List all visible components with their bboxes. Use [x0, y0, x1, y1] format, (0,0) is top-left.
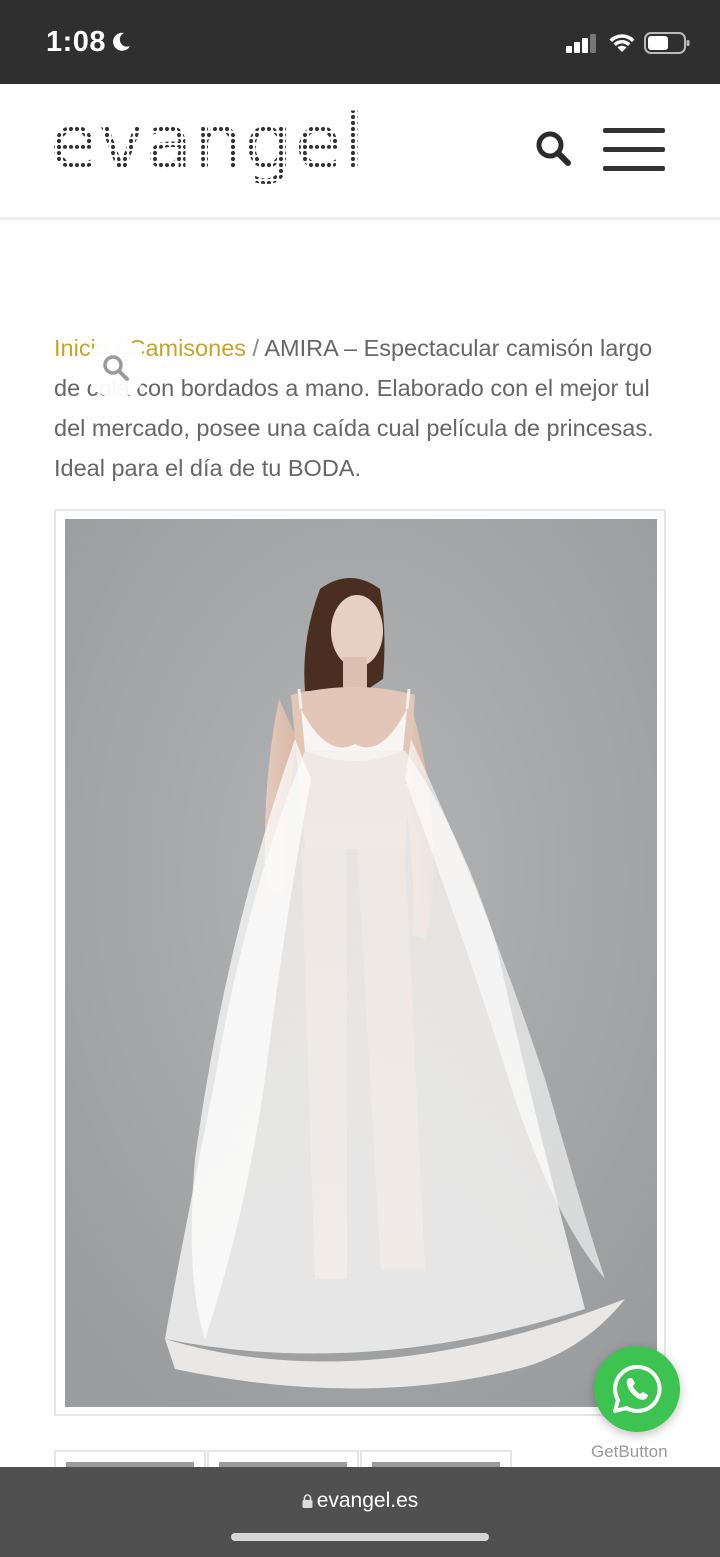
- zoom-icon: [103, 355, 129, 381]
- product-photo: [65, 519, 657, 1407]
- image-zoom-button[interactable]: [86, 338, 146, 398]
- lock-icon: [302, 1494, 313, 1508]
- browser-bar: evangel.es: [0, 1467, 720, 1557]
- breadcrumb-separator: /: [246, 335, 265, 361]
- site-header: evangel: [0, 84, 720, 220]
- home-indicator[interactable]: [231, 1533, 489, 1541]
- status-time: 1:08: [46, 26, 107, 58]
- evangel-logo[interactable]: evangel: [50, 108, 370, 188]
- search-icon[interactable]: [532, 128, 576, 172]
- battery-icon: [644, 32, 690, 54]
- breadcrumb: Inicio / Camisones / AMIRA – Espectacula…: [54, 328, 674, 488]
- moon-icon: [113, 32, 130, 51]
- wifi-icon: [609, 34, 635, 52]
- url-bar[interactable]: evangel.es: [0, 1489, 720, 1513]
- breadcrumb-category-link[interactable]: Camisones: [128, 335, 246, 361]
- whatsapp-icon: [613, 1364, 662, 1413]
- url-text: evangel.es: [316, 1489, 419, 1512]
- signal-icon: [566, 34, 596, 53]
- product-image[interactable]: [65, 519, 657, 1407]
- hamburger-menu-button[interactable]: [603, 126, 667, 174]
- svg-text:evangel: evangel: [50, 108, 367, 186]
- product-image-frame: [54, 509, 666, 1416]
- getbutton-label[interactable]: GetButton: [591, 1442, 668, 1462]
- whatsapp-button[interactable]: [594, 1346, 680, 1432]
- status-bar: 1:08: [0, 0, 720, 84]
